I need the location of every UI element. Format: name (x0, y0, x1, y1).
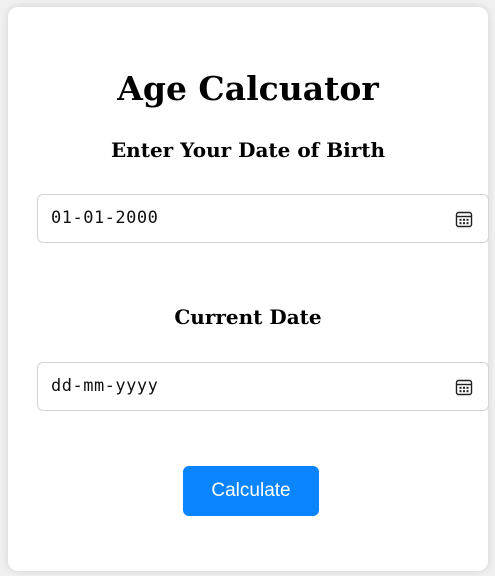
calculate-button[interactable]: Calculate (183, 466, 319, 516)
current-date-label: Current Date (174, 305, 322, 329)
calculator-card: Age Calcuator Enter Your Date of Birth 0… (8, 7, 489, 571)
birth-date-value: 01-01-2000 (51, 208, 159, 228)
calendar-icon[interactable] (455, 378, 473, 396)
calendar-icon[interactable] (455, 210, 473, 228)
birth-date-label: Enter Your Date of Birth (110, 138, 386, 162)
current-date-placeholder: dd-mm-yyyy (51, 376, 159, 396)
page-title: Age Calcuator (117, 69, 379, 108)
current-date-input[interactable]: dd-mm-yyyy (37, 362, 489, 411)
birth-date-input[interactable]: 01-01-2000 (37, 194, 489, 243)
